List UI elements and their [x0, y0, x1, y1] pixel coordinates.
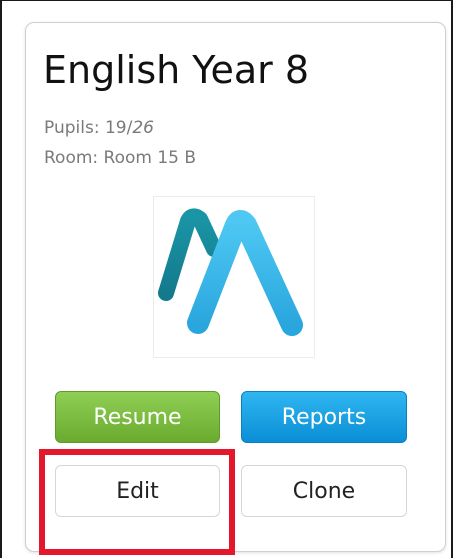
clone-button[interactable]: Clone: [241, 465, 407, 517]
edit-button[interactable]: Edit: [55, 465, 220, 517]
room-info: Room: Room 15 B: [44, 148, 196, 168]
pupils-count: 19: [104, 118, 127, 138]
pupils-info: Pupils: 19/26: [44, 118, 154, 138]
resume-button[interactable]: Resume: [55, 391, 220, 443]
class-logo: [153, 196, 315, 358]
pupils-label: Pupils:: [44, 118, 105, 138]
aa-logo-icon: [158, 208, 303, 336]
room-label: Room:: [44, 148, 104, 168]
class-title: English Year 8: [43, 48, 309, 92]
pupils-capacity: 26: [132, 118, 154, 138]
room-value: Room 15 B: [103, 148, 197, 168]
reports-button[interactable]: Reports: [241, 391, 407, 443]
